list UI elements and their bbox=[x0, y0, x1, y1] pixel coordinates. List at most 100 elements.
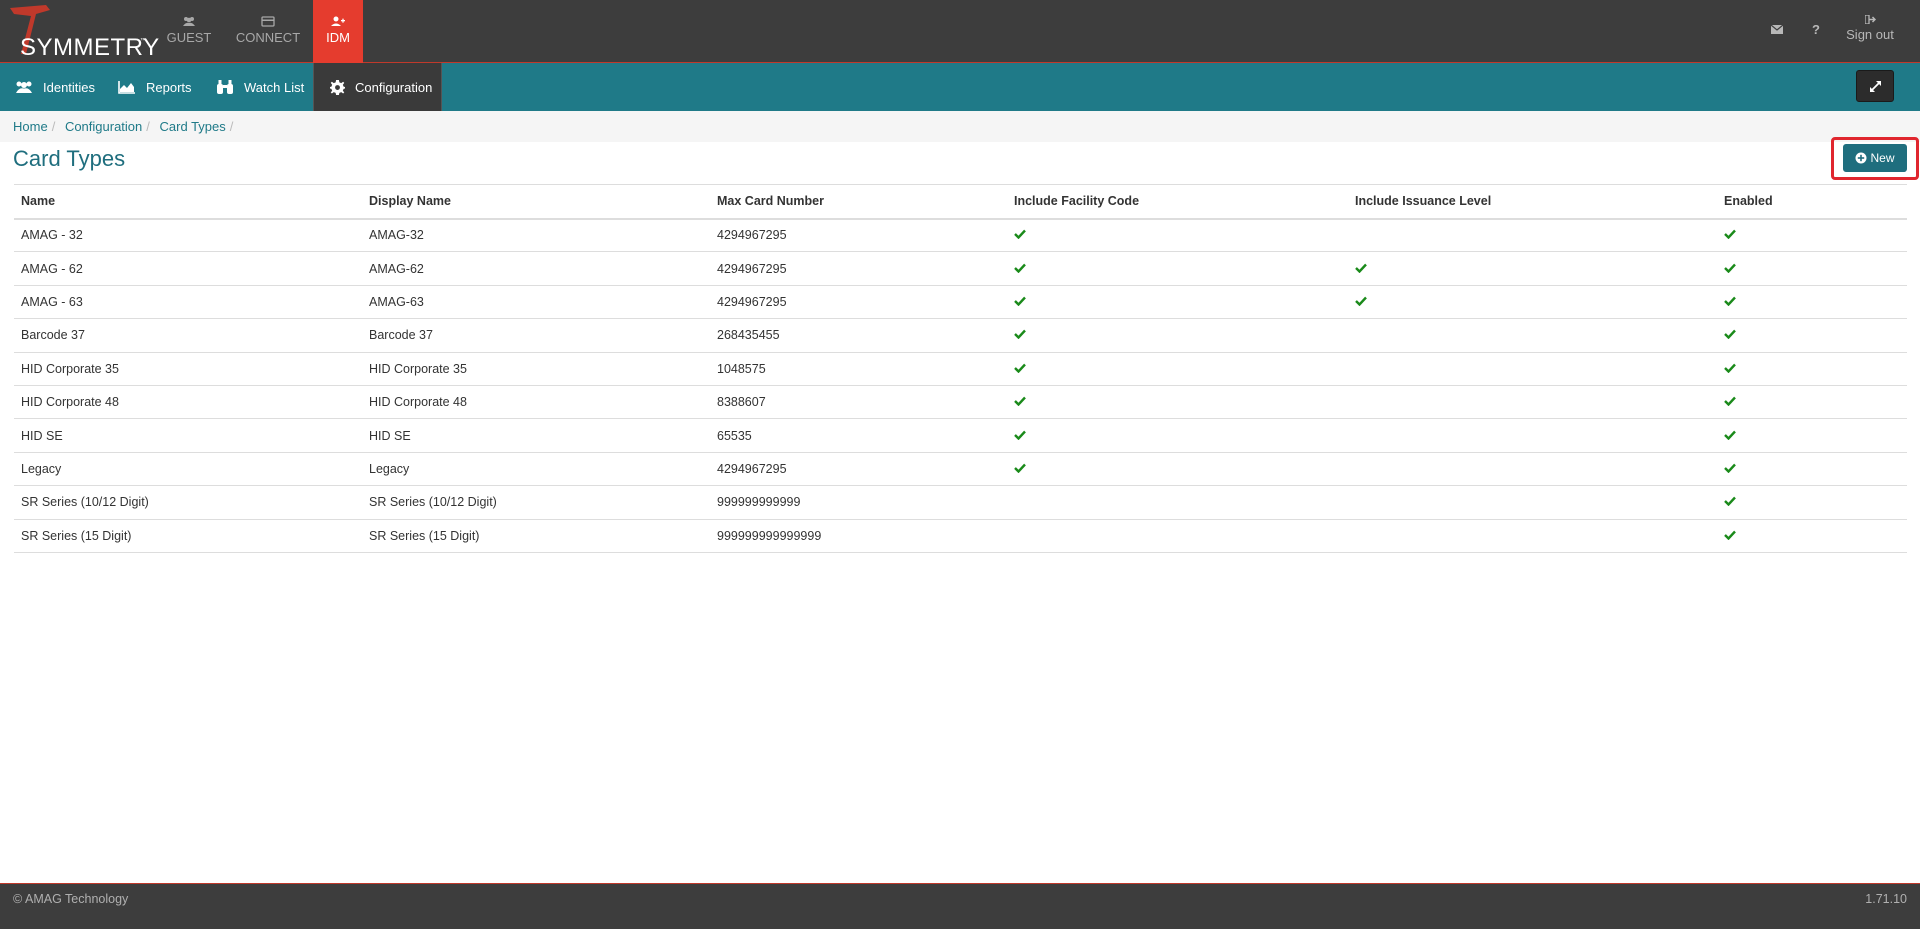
cell-include-facility-code bbox=[1007, 318, 1348, 353]
column-header-include-issuance-level[interactable]: Include Issuance Level bbox=[1348, 184, 1717, 220]
cell-name: SR Series (10/12 Digit) bbox=[14, 485, 362, 520]
fullscreen-button[interactable] bbox=[1856, 70, 1894, 102]
cell-display-name: AMAG-32 bbox=[362, 217, 710, 252]
nav-item-label: Reports bbox=[146, 79, 192, 95]
cell-include-facility-code bbox=[1007, 418, 1348, 453]
users-icon bbox=[183, 17, 195, 26]
check-icon bbox=[1724, 228, 1736, 242]
table-row[interactable]: HID SE HID SE 65535 bbox=[14, 418, 1907, 453]
nav-item-label: Identities bbox=[43, 79, 96, 95]
table-row[interactable]: Legacy Legacy 4294967295 bbox=[14, 451, 1907, 486]
nav-item-watch-list[interactable]: Watch List bbox=[216, 63, 306, 111]
cell-max-card-number: 1048575 bbox=[710, 351, 1007, 386]
check-icon bbox=[1014, 362, 1026, 376]
cell-enabled bbox=[1717, 217, 1907, 252]
help-button[interactable]: ? bbox=[1805, 0, 1827, 63]
page-title: Card Types bbox=[13, 146, 126, 171]
table-row[interactable]: AMAG - 62 AMAG-62 4294967295 bbox=[14, 251, 1907, 286]
cell-enabled bbox=[1717, 418, 1907, 453]
table-row[interactable]: AMAG - 63 AMAG-63 4294967295 bbox=[14, 284, 1907, 319]
table-row[interactable]: AMAG - 32 AMAG-32 4294967295 bbox=[14, 217, 1907, 252]
top-bar: SYMMETRY ™ GUEST CONNECT IDM ? Sign out bbox=[0, 0, 1920, 63]
nav-item-identities[interactable]: Identities bbox=[15, 63, 97, 111]
question-icon: ? bbox=[1812, 22, 1820, 37]
cell-include-issuance-level bbox=[1348, 217, 1717, 252]
check-icon bbox=[1014, 395, 1026, 409]
cell-display-name: AMAG-62 bbox=[362, 251, 710, 286]
table-row[interactable]: SR Series (10/12 Digit) SR Series (10/12 … bbox=[14, 485, 1907, 520]
cell-name: HID SE bbox=[14, 418, 362, 453]
cell-include-issuance-level bbox=[1348, 518, 1717, 553]
cell-include-facility-code bbox=[1007, 518, 1348, 553]
nav-bar: Identities Reports Watch List Configurat… bbox=[0, 63, 1920, 111]
table-row[interactable]: HID Corporate 48 HID Corporate 48 8388607 bbox=[14, 384, 1907, 419]
nav-item-reports[interactable]: Reports bbox=[118, 63, 192, 111]
breadcrumb-configuration[interactable]: Configuration bbox=[65, 119, 142, 134]
footer-version: 1.71.10 bbox=[1865, 892, 1907, 906]
column-header-display-name[interactable]: Display Name bbox=[362, 184, 710, 220]
sign-out-button[interactable]: Sign out bbox=[1840, 0, 1900, 63]
column-header-enabled[interactable]: Enabled bbox=[1717, 184, 1907, 220]
cell-max-card-number: 268435455 bbox=[710, 318, 1007, 353]
breadcrumb-card-types[interactable]: Card Types bbox=[160, 119, 226, 134]
table-row[interactable]: SR Series (15 Digit) SR Series (15 Digit)… bbox=[14, 518, 1907, 553]
cell-include-issuance-level bbox=[1348, 284, 1717, 319]
sign-out-icon bbox=[1864, 15, 1876, 24]
breadcrumb: Home / Configuration / Card Types / bbox=[13, 119, 234, 134]
table-row[interactable]: HID Corporate 35 HID Corporate 35 1048575 bbox=[14, 351, 1907, 386]
cell-enabled bbox=[1717, 351, 1907, 386]
app-tab-connect[interactable]: CONNECT bbox=[230, 0, 306, 63]
cell-name: HID Corporate 48 bbox=[14, 384, 362, 419]
check-icon bbox=[1724, 429, 1736, 443]
cell-enabled bbox=[1717, 318, 1907, 353]
breadcrumb-bar: Home / Configuration / Card Types / bbox=[0, 111, 1920, 142]
cell-name: Legacy bbox=[14, 451, 362, 486]
column-header-include-facility-code[interactable]: Include Facility Code bbox=[1007, 184, 1348, 220]
mail-button[interactable] bbox=[1766, 0, 1788, 63]
cell-include-issuance-level bbox=[1348, 451, 1717, 486]
cell-enabled bbox=[1717, 451, 1907, 486]
cell-max-card-number: 4294967295 bbox=[710, 451, 1007, 486]
check-icon bbox=[1724, 328, 1736, 342]
symmetry-logo[interactable]: SYMMETRY ™ bbox=[6, 4, 159, 61]
cell-include-issuance-level bbox=[1348, 251, 1717, 286]
app-tab-guest[interactable]: GUEST bbox=[151, 0, 227, 63]
check-icon bbox=[1014, 228, 1026, 242]
check-icon bbox=[1724, 462, 1736, 476]
app-tab-label: GUEST bbox=[166, 30, 212, 45]
column-header-name[interactable]: Name bbox=[14, 184, 362, 220]
card-types-table: Name Display Name Max Card Number Includ… bbox=[14, 184, 1907, 553]
cell-display-name: Legacy bbox=[362, 451, 710, 486]
column-header-max-card-number[interactable]: Max Card Number bbox=[710, 184, 1007, 220]
cell-include-issuance-level bbox=[1348, 384, 1717, 419]
cell-display-name: SR Series (10/12 Digit) bbox=[362, 485, 710, 520]
cell-max-card-number: 65535 bbox=[710, 418, 1007, 453]
cell-max-card-number: 4294967295 bbox=[710, 251, 1007, 286]
new-button[interactable]: New bbox=[1843, 144, 1907, 172]
cell-enabled bbox=[1717, 518, 1907, 553]
user-plus-icon bbox=[331, 16, 345, 26]
cell-include-facility-code bbox=[1007, 251, 1348, 286]
check-icon bbox=[1724, 362, 1736, 376]
check-icon bbox=[1724, 262, 1736, 276]
cell-enabled bbox=[1717, 284, 1907, 319]
logo-trademark: ™ bbox=[140, 38, 146, 44]
area-chart-icon bbox=[118, 81, 135, 94]
nav-item-label: Configuration bbox=[355, 79, 433, 95]
envelope-icon bbox=[1771, 25, 1783, 34]
nav-item-configuration[interactable]: Configuration bbox=[313, 63, 442, 111]
cell-name: HID Corporate 35 bbox=[14, 351, 362, 386]
cell-name: AMAG - 62 bbox=[14, 251, 362, 286]
cell-name: Barcode 37 bbox=[14, 318, 362, 353]
table-row[interactable]: Barcode 37 Barcode 37 268435455 bbox=[14, 318, 1907, 353]
breadcrumb-home[interactable]: Home bbox=[13, 119, 48, 134]
cell-include-issuance-level bbox=[1348, 485, 1717, 520]
cell-display-name: Barcode 37 bbox=[362, 318, 710, 353]
cell-display-name: SR Series (15 Digit) bbox=[362, 518, 710, 553]
check-icon bbox=[1014, 295, 1026, 309]
gear-icon bbox=[330, 79, 345, 95]
nav-item-label: Watch List bbox=[244, 79, 305, 95]
new-button-label: New bbox=[1870, 151, 1895, 165]
app-tab-idm[interactable]: IDM bbox=[313, 0, 363, 63]
cell-name: AMAG - 32 bbox=[14, 217, 362, 252]
